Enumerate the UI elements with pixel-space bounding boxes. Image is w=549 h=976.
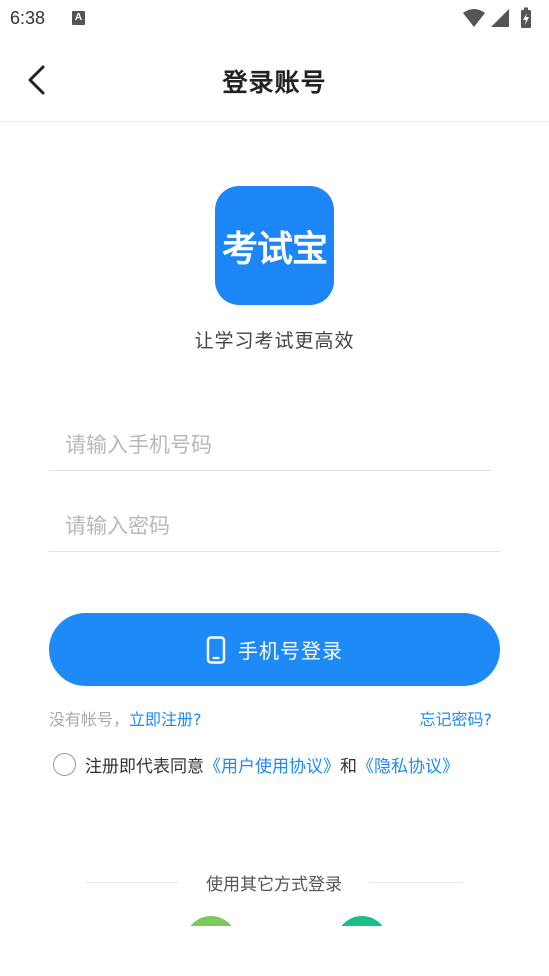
phone-input[interactable] [49, 419, 491, 471]
page-title: 登录账号 [222, 68, 327, 97]
app-slogan: 让学习考试更高效 [194, 330, 355, 352]
notification-icon: A [72, 11, 85, 25]
login-button-label: 手机号登录 [238, 641, 343, 663]
no-account-label: 没有帐号， [49, 710, 130, 729]
user-agreement-link[interactable]: 《用户使用协议》 [204, 752, 340, 777]
other-login-section: 使用其它方式登录 [86, 870, 462, 895]
agreement-conjunction: 和 [340, 756, 357, 777]
status-bar: 6:38 A [0, 0, 549, 38]
forgot-password-link[interactable]: 忘记密码? [420, 706, 493, 730]
nav-bar: 登录账号 [0, 38, 549, 122]
wifi-icon [463, 9, 485, 27]
mobile-phone-icon [206, 635, 226, 664]
signal-icon [491, 9, 509, 27]
divider-right [370, 882, 462, 883]
register-link[interactable]: 立即注册? [129, 710, 202, 729]
battery-charging-icon [521, 7, 531, 28]
password-input[interactable] [49, 500, 500, 552]
agreement-prefix: 注册即代表同意 [85, 756, 204, 777]
wechat-login-button[interactable] [185, 916, 237, 926]
phone-login-button[interactable]: 手机号登录 [49, 613, 500, 686]
privacy-policy-link[interactable]: 《隐私协议》 [357, 752, 459, 777]
social-login-buttons [0, 906, 549, 926]
login-screen: 6:38 A 登录账号 考试宝 让学习考试更高效 请输入手机号码 手机号登录 没… [0, 0, 549, 976]
account-links: 没有帐号，立即注册? 忘记密码? [49, 706, 492, 730]
status-icons [463, 7, 531, 28]
agreement-row: 注册即代表同意 《用户使用协议》 和 《隐私协议》 [53, 751, 459, 777]
no-account-text: 没有帐号，立即注册? [49, 706, 202, 730]
agreement-checkbox[interactable] [53, 752, 76, 776]
app-logo: 考试宝 [215, 186, 334, 305]
other-login-button[interactable] [336, 916, 388, 926]
status-time: 6:38 [10, 8, 46, 28]
app-logo-text: 考试宝 [221, 228, 328, 270]
